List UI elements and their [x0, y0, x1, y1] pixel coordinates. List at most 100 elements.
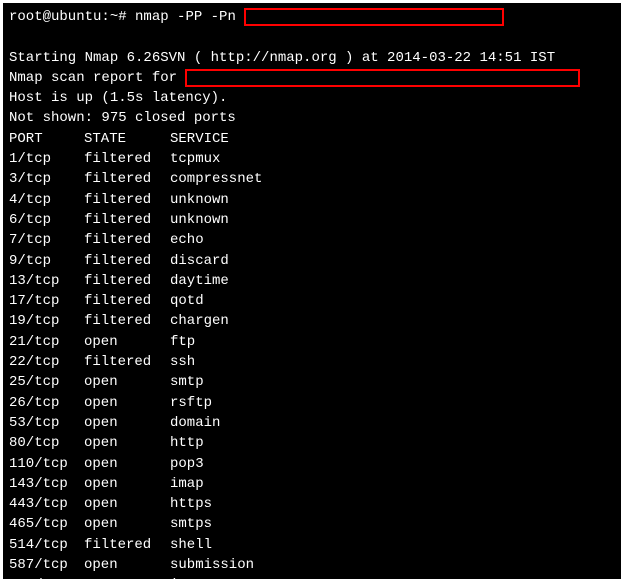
cell-service: qotd — [170, 291, 204, 311]
cell-service: compressnet — [170, 169, 262, 189]
table-row: 514/tcpfilteredshell — [9, 535, 615, 555]
shell-prompt: root@ubuntu:~# — [9, 7, 135, 27]
cell-port: 993/tcp — [9, 575, 84, 579]
cell-service: domain — [170, 413, 220, 433]
table-row: 7/tcpfilteredecho — [9, 230, 615, 250]
cell-port: 26/tcp — [9, 393, 84, 413]
header-service: SERVICE — [170, 129, 229, 149]
cell-service: imaps — [170, 575, 212, 579]
table-row: 53/tcpopendomain — [9, 413, 615, 433]
table-row: 143/tcpopenimap — [9, 474, 615, 494]
cell-state: open — [84, 494, 170, 514]
cell-state: filtered — [84, 169, 170, 189]
table-row: 4/tcpfilteredunknown — [9, 190, 615, 210]
table-row: 26/tcpopenrsftp — [9, 393, 615, 413]
cell-state: open — [84, 454, 170, 474]
redacted-host — [185, 69, 580, 87]
cell-service: http — [170, 433, 204, 453]
table-row: 465/tcpopensmtps — [9, 514, 615, 534]
scan-report-line: Nmap scan report for — [9, 68, 615, 88]
cell-port: 1/tcp — [9, 149, 84, 169]
scan-report-prefix: Nmap scan report for — [9, 68, 185, 88]
cell-service: smtps — [170, 514, 212, 534]
cell-port: 80/tcp — [9, 433, 84, 453]
redacted-target — [244, 8, 504, 26]
table-row: 17/tcpfilteredqotd — [9, 291, 615, 311]
cell-state: filtered — [84, 251, 170, 271]
table-row: 22/tcpfilteredssh — [9, 352, 615, 372]
cell-state: filtered — [84, 311, 170, 331]
cell-service: submission — [170, 555, 254, 575]
cell-state: filtered — [84, 352, 170, 372]
cell-service: ftp — [170, 332, 195, 352]
cell-port: 9/tcp — [9, 251, 84, 271]
cell-port: 19/tcp — [9, 311, 84, 331]
table-row: 443/tcpopenhttps — [9, 494, 615, 514]
table-row: 21/tcpopenftp — [9, 332, 615, 352]
cell-state: filtered — [84, 535, 170, 555]
cell-service: rsftp — [170, 393, 212, 413]
cell-port: 7/tcp — [9, 230, 84, 250]
cell-service: echo — [170, 230, 204, 250]
table-row: 3/tcpfilteredcompressnet — [9, 169, 615, 189]
cell-port: 6/tcp — [9, 210, 84, 230]
table-row: 1/tcpfilteredtcpmux — [9, 149, 615, 169]
cell-state: open — [84, 555, 170, 575]
cell-state: open — [84, 393, 170, 413]
cell-port: 143/tcp — [9, 474, 84, 494]
cell-port: 3/tcp — [9, 169, 84, 189]
cell-state: open — [84, 514, 170, 534]
cell-port: 53/tcp — [9, 413, 84, 433]
cell-service: unknown — [170, 190, 229, 210]
table-row: 110/tcpopenpop3 — [9, 454, 615, 474]
cell-service: ssh — [170, 352, 195, 372]
table-header-row: PORTSTATESERVICE — [9, 129, 615, 149]
host-up-line: Host is up (1.5s latency). — [9, 88, 615, 108]
header-state: STATE — [84, 129, 170, 149]
cell-service: smtp — [170, 372, 204, 392]
cell-port: 25/tcp — [9, 372, 84, 392]
cell-port: 17/tcp — [9, 291, 84, 311]
cell-state: open — [84, 433, 170, 453]
table-row: 80/tcpopenhttp — [9, 433, 615, 453]
cell-service: imap — [170, 474, 204, 494]
table-row: 19/tcpfilteredchargen — [9, 311, 615, 331]
cell-port: 22/tcp — [9, 352, 84, 372]
cell-state: open — [84, 332, 170, 352]
table-row: 6/tcpfilteredunknown — [9, 210, 615, 230]
header-port: PORT — [9, 129, 84, 149]
port-table-body: 1/tcpfilteredtcpmux3/tcpfilteredcompress… — [9, 149, 615, 579]
cell-service: discard — [170, 251, 229, 271]
cell-service: shell — [170, 535, 212, 555]
cell-service: daytime — [170, 271, 229, 291]
cell-port: 465/tcp — [9, 514, 84, 534]
cell-state: filtered — [84, 230, 170, 250]
cell-state: open — [84, 575, 170, 579]
cell-state: open — [84, 413, 170, 433]
cell-port: 110/tcp — [9, 454, 84, 474]
starting-line: Starting Nmap 6.26SVN ( http://nmap.org … — [9, 48, 615, 68]
table-row: 9/tcpfiltereddiscard — [9, 251, 615, 271]
blank-line — [9, 27, 615, 47]
cell-service: tcpmux — [170, 149, 220, 169]
table-row: 993/tcpopenimaps — [9, 575, 615, 579]
cell-service: chargen — [170, 311, 229, 331]
table-row: 587/tcpopensubmission — [9, 555, 615, 575]
terminal-window[interactable]: root@ubuntu:~# nmap -PP -Pn Starting Nma… — [3, 3, 621, 579]
cell-service: pop3 — [170, 454, 204, 474]
table-row: 25/tcpopensmtp — [9, 372, 615, 392]
cell-state: filtered — [84, 291, 170, 311]
cell-service: unknown — [170, 210, 229, 230]
command-prompt-line: root@ubuntu:~# nmap -PP -Pn — [9, 7, 615, 27]
cell-state: filtered — [84, 149, 170, 169]
command-text: nmap -PP -Pn — [135, 7, 244, 27]
cell-state: filtered — [84, 271, 170, 291]
table-row: 13/tcpfiltereddaytime — [9, 271, 615, 291]
cell-state: filtered — [84, 190, 170, 210]
cell-port: 21/tcp — [9, 332, 84, 352]
cell-port: 514/tcp — [9, 535, 84, 555]
cell-port: 587/tcp — [9, 555, 84, 575]
not-shown-line: Not shown: 975 closed ports — [9, 108, 615, 128]
cell-port: 4/tcp — [9, 190, 84, 210]
cell-state: filtered — [84, 210, 170, 230]
